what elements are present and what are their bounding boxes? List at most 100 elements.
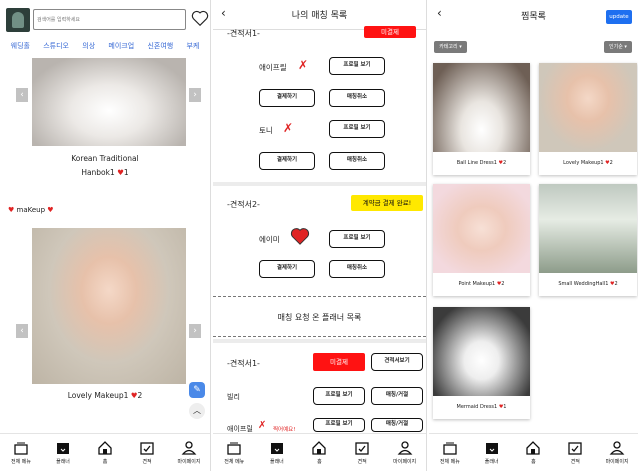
matching-panel: ‹ 나의 매칭 목록 -견적서1- 미결제 애이프릴 ✗ 프로필 보기 결제하기… xyxy=(213,0,427,471)
accept-reject-button[interactable]: 매칭/거절 xyxy=(371,387,423,405)
requests-title: 매칭 요청 온 플래너 목록 xyxy=(277,313,362,322)
tab-mypage[interactable]: 마이페이지 xyxy=(170,440,208,465)
next-arrow-icon[interactable]: › xyxy=(189,88,201,102)
unpaid-badge: 미결제 xyxy=(313,353,365,371)
sort-dropdown[interactable]: 인기순 ▾ xyxy=(604,41,632,53)
search-input[interactable] xyxy=(33,9,186,30)
tab-label: 마이페이지 xyxy=(393,459,417,465)
card-caption: Mermaid Dress1 ♥1 xyxy=(433,404,530,410)
tab-label: 홈 xyxy=(102,459,108,465)
prev-arrow-icon[interactable]: ‹ xyxy=(16,324,28,338)
tab-label: 견적 xyxy=(142,459,152,465)
card-image xyxy=(433,63,530,152)
card-title: Point Makeup1 xyxy=(458,281,496,287)
cancel-matching-button[interactable]: 매칭취소 xyxy=(329,89,385,107)
pay-button[interactable]: 결제하기 xyxy=(259,89,315,107)
wishlist-card[interactable]: Mermaid Dress1 ♥1 xyxy=(433,307,530,419)
pay-button[interactable]: 결제하기 xyxy=(259,152,315,170)
heart-icon: ♥ xyxy=(8,206,15,214)
item-caption: Lovely Makeup1 ♥2 xyxy=(0,391,210,400)
wishlist-card[interactable]: Small WeddingHall1 ♥2 xyxy=(539,184,637,296)
accept-reject-button[interactable]: 매칭/거절 xyxy=(371,418,423,432)
page-title: 나의 매칭 목록 xyxy=(291,11,348,21)
heart-icon xyxy=(289,227,311,248)
back-icon[interactable]: ‹ xyxy=(437,6,442,20)
tab-all-menu[interactable]: 전체 메뉴 xyxy=(215,440,253,465)
category-honeymoon[interactable]: 신혼여행 xyxy=(147,41,173,51)
wishlist-card[interactable]: Lovely Makeup1 ♥2 xyxy=(539,63,637,175)
profile-button[interactable]: 프로필 보기 xyxy=(313,387,365,405)
tab-all-menu[interactable]: 전체 메뉴 xyxy=(431,440,469,465)
view-estimate-button[interactable]: 견적서보기 xyxy=(371,353,423,371)
update-button[interactable]: update xyxy=(606,10,632,24)
tab-estimate[interactable]: 견적 xyxy=(128,440,166,465)
item-title: Korean Traditional xyxy=(71,154,139,163)
tab-all-menu[interactable]: 전체 메뉴 xyxy=(2,440,40,465)
checklist-icon xyxy=(355,442,369,455)
tab-home[interactable]: 홈 xyxy=(300,440,338,465)
edit-icon[interactable]: ✎ xyxy=(189,382,205,398)
tab-home[interactable]: 홈 xyxy=(86,440,124,465)
category-nav: 웨딩홀 스튜디오 의상 메이크업 신혼여행 부케 xyxy=(0,41,210,51)
divider xyxy=(213,336,426,337)
menu-icon xyxy=(443,442,457,455)
category-bouquet[interactable]: 부케 xyxy=(186,41,199,51)
checklist-icon xyxy=(568,442,582,455)
like-count: 1 xyxy=(123,168,129,177)
tab-estimate[interactable]: 견적 xyxy=(343,440,381,465)
estimate-label: -견적서2- xyxy=(227,200,260,209)
prev-arrow-icon[interactable]: ‹ xyxy=(16,88,28,102)
back-icon[interactable]: ‹ xyxy=(221,6,226,20)
next-arrow-icon[interactable]: › xyxy=(189,324,201,338)
category-makeup[interactable]: 메이크업 xyxy=(108,41,134,51)
section-label: ♥ maKeup ♥ xyxy=(8,206,54,214)
category-studio[interactable]: 스튜디오 xyxy=(43,41,69,51)
tab-planner[interactable]: 플래너 xyxy=(258,440,296,465)
planner-name: 빌리 xyxy=(227,393,240,401)
profile-button[interactable]: 프로필 보기 xyxy=(329,120,385,138)
dropdown-label: 카테고리 xyxy=(439,44,458,50)
tab-label: 홈 xyxy=(531,459,536,465)
cancel-matching-button[interactable]: 매칭취소 xyxy=(329,152,385,170)
app-logo[interactable] xyxy=(6,8,30,32)
category-dress[interactable]: 의상 xyxy=(82,41,95,51)
card-image xyxy=(433,307,530,396)
estimate-label: -견적서1- xyxy=(227,359,260,368)
tab-label: 전체 메뉴 xyxy=(224,459,245,465)
card-caption: Ball Line Dress1 ♥2 xyxy=(433,160,530,166)
checklist-icon xyxy=(140,442,154,455)
card-image xyxy=(539,63,637,152)
category-dropdown[interactable]: 카테고리 ▾ xyxy=(434,41,467,53)
page-title: 찜목록 xyxy=(521,11,546,22)
home-icon xyxy=(526,441,541,455)
tab-home[interactable]: 홈 xyxy=(514,440,552,465)
card-caption: Lovely Makeup1 ♥2 xyxy=(539,160,637,166)
profile-button[interactable]: 프로필 보기 xyxy=(313,418,365,432)
tab-planner[interactable]: 플래너 xyxy=(473,440,511,465)
divider xyxy=(213,296,426,297)
tab-label: 플래너 xyxy=(484,459,499,465)
tab-mypage[interactable]: 마이페이지 xyxy=(598,440,636,465)
deposit-paid-badge: 계약금 결제 완료! xyxy=(351,195,423,211)
wishlist-card[interactable]: Ball Line Dress1 ♥2 xyxy=(433,63,530,175)
tab-estimate[interactable]: 견적 xyxy=(556,440,594,465)
profile-button[interactable]: 프로필 보기 xyxy=(329,57,385,75)
pay-button[interactable]: 결제하기 xyxy=(259,260,315,278)
scroll-top-icon[interactable]: ︿ xyxy=(189,403,205,419)
tab-planner[interactable]: 플래너 xyxy=(44,440,82,465)
menu-icon xyxy=(14,442,28,455)
planner-note: 찍어예요! xyxy=(273,427,296,433)
tab-label: 홈 xyxy=(317,459,322,465)
tab-mypage[interactable]: 마이페이지 xyxy=(386,440,424,465)
hanbok-photo[interactable] xyxy=(32,58,186,146)
planner-name: 토니 xyxy=(259,126,273,135)
cancel-matching-button[interactable]: 매칭취소 xyxy=(329,260,385,278)
profile-button[interactable]: 프로필 보기 xyxy=(329,230,385,248)
heart-icon[interactable] xyxy=(191,10,209,29)
makeup-photo[interactable] xyxy=(32,228,186,384)
like-count: 1 xyxy=(503,404,507,410)
wishlist-card[interactable]: Point Makeup1 ♥2 xyxy=(433,184,530,296)
category-wedding-hall[interactable]: 웨딩홀 xyxy=(11,41,30,51)
card-title: Mermaid Dress1 xyxy=(456,404,498,410)
heart-icon[interactable]: ♥ xyxy=(117,168,124,177)
